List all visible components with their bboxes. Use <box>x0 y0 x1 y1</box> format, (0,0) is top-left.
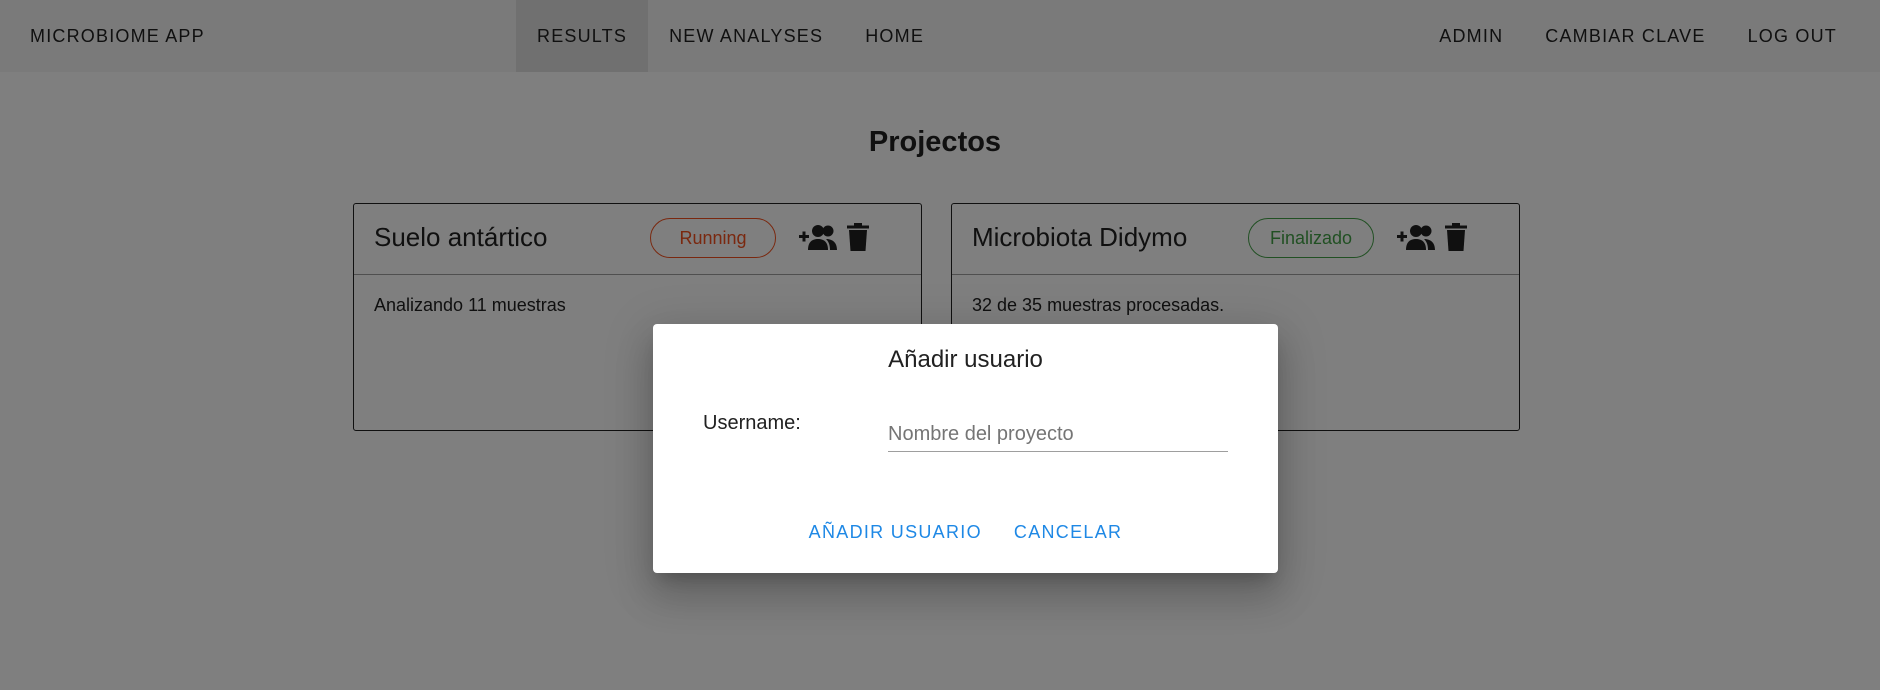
dialog-actions: AÑADIR USUARIO CANCELAR <box>653 514 1278 551</box>
username-label: Username: <box>703 412 801 434</box>
add-user-button[interactable]: AÑADIR USUARIO <box>793 514 998 551</box>
dialog-title: Añadir usuario <box>888 346 1043 373</box>
username-input[interactable] <box>888 418 1228 452</box>
add-user-dialog: Añadir usuario Username: AÑADIR USUARIO … <box>653 324 1278 573</box>
cancel-button[interactable]: CANCELAR <box>998 514 1138 551</box>
